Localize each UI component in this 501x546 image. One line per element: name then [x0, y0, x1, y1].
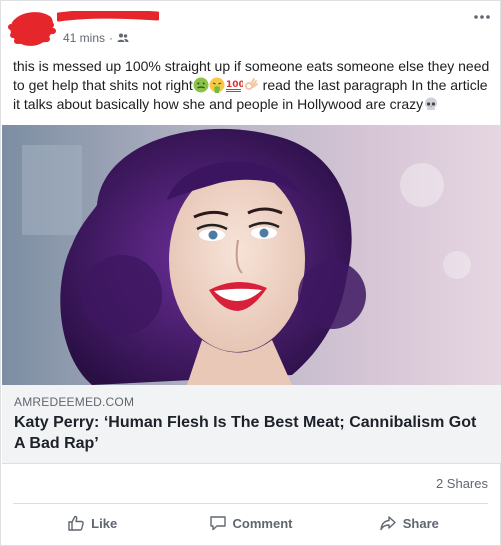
share-button[interactable]: Share: [330, 506, 488, 540]
friends-icon[interactable]: [117, 32, 129, 44]
meta-separator: ·: [109, 31, 114, 45]
skull-icon: [425, 97, 438, 110]
vomiting-face-icon: [209, 77, 225, 93]
comment-label: Comment: [232, 515, 293, 531]
hundred-points-icon: 100: [225, 80, 243, 92]
thumbs-up-icon: [68, 515, 84, 531]
svg-text:100: 100: [226, 80, 243, 90]
comment-button[interactable]: Comment: [171, 506, 329, 540]
post-meta: 41 mins ·: [63, 31, 129, 45]
more-options-icon[interactable]: [472, 11, 492, 23]
post-message: this is messed up 100% straight up if so…: [13, 57, 493, 114]
news-feed-post: 41 mins · this is messed up 100% straigh…: [0, 0, 501, 546]
link-title[interactable]: Katy Perry: ‘Human Flesh Is The Best Mea…: [14, 412, 490, 454]
like-label: Like: [91, 515, 118, 531]
redacted-avatar: [8, 12, 56, 46]
post-timestamp[interactable]: 41 mins: [63, 31, 105, 45]
share-count[interactable]: 2 Shares: [436, 476, 488, 491]
link-preview[interactable]: AMREDEEMED.COM Katy Perry: ‘Human Flesh …: [2, 385, 501, 464]
redacted-name: [57, 11, 159, 22]
share-label: Share: [402, 515, 439, 531]
divider: [13, 503, 488, 504]
link-domain: AMREDEEMED.COM: [14, 395, 135, 409]
like-button[interactable]: Like: [13, 506, 171, 540]
article-photo[interactable]: [2, 125, 501, 385]
nauseated-face-icon: [193, 77, 209, 93]
share-arrow-icon: [380, 516, 396, 531]
ok-hand-icon: [244, 78, 258, 90]
comment-icon: [209, 516, 226, 531]
action-bar: Like Comment Share: [13, 506, 488, 540]
